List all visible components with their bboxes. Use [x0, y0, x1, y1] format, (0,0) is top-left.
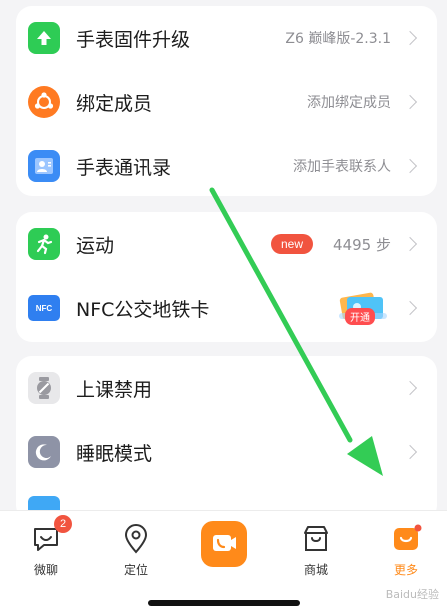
- sport-row[interactable]: 运动 new 4495 步: [16, 212, 437, 276]
- chat-unread-badge: 2: [54, 515, 72, 533]
- chevron-right-icon: [402, 300, 418, 316]
- moon-icon: [28, 436, 60, 468]
- device-settings-card: 手表固件升级 Z6 巅峰版-2.3.1 绑定成员 添加绑定成员 手表通讯录 添加…: [16, 6, 437, 196]
- bind-members-label: 绑定成员: [76, 92, 153, 115]
- tab-location-label: 定位: [123, 563, 148, 577]
- nfc-transit-card-row[interactable]: NFC NFC公交地铁卡 开通: [16, 276, 437, 340]
- nfc-promo-graphic[interactable]: 开通: [335, 289, 391, 327]
- new-badge: new: [270, 234, 313, 254]
- running-person-icon: [28, 228, 60, 260]
- nfc-card-icon: NFC: [28, 295, 60, 321]
- home-indicator[interactable]: [148, 600, 300, 606]
- upload-arrow-icon: [28, 22, 60, 54]
- tab-location[interactable]: 定位: [106, 523, 166, 578]
- tab-chat-label: 微聊: [33, 563, 58, 577]
- watch-contacts-label: 手表通讯录: [76, 156, 172, 179]
- chevron-right-icon: [402, 94, 418, 110]
- firmware-upgrade-row[interactable]: 手表固件升级 Z6 巅峰版-2.3.1: [16, 6, 437, 70]
- tab-more-label: 更多: [393, 563, 418, 577]
- chevron-right-icon: [402, 380, 418, 396]
- sleep-mode-label: 睡眠模式: [76, 442, 153, 465]
- class-mode-watch-icon: [28, 372, 60, 404]
- class-mode-row[interactable]: 上课禁用: [16, 356, 437, 420]
- activate-tag: 开通: [345, 308, 375, 325]
- tab-store[interactable]: 商城: [286, 523, 346, 578]
- tab-store-label: 商城: [303, 563, 328, 577]
- modes-card: 上课禁用 睡眠模式: [16, 356, 437, 521]
- chevron-right-icon: [402, 30, 418, 46]
- watch-contacts-value: 添加手表联系人: [293, 159, 391, 175]
- firmware-version: Z6 巅峰版-2.3.1: [285, 31, 391, 47]
- tab-chat[interactable]: 2 微聊: [16, 515, 76, 578]
- chevron-right-icon: [402, 444, 418, 460]
- sport-label: 运动: [76, 234, 115, 257]
- sport-nfc-card: 运动 new 4495 步 NFC NFC公交地铁卡 开通: [16, 212, 437, 342]
- location-pin-icon: [120, 523, 152, 555]
- nfc-card-text: NFC: [35, 303, 53, 313]
- firmware-upgrade-label: 手表固件升级: [76, 28, 191, 51]
- watermark: Baidu经验: [385, 588, 439, 601]
- chevron-right-icon: [402, 236, 418, 252]
- tab-video-call[interactable]: [194, 521, 254, 567]
- members-icon: [28, 86, 60, 118]
- sleep-mode-row[interactable]: 睡眠模式: [16, 420, 437, 484]
- video-call-icon: [201, 521, 247, 567]
- chevron-right-icon: [402, 158, 418, 174]
- bind-members-row[interactable]: 绑定成员 添加绑定成员: [16, 70, 437, 134]
- step-count: 4495 步: [333, 235, 391, 254]
- watch-contacts-row[interactable]: 手表通讯录 添加手表联系人: [16, 134, 437, 196]
- bottom-navigation: 2 微聊 定位 商城 更多 Baidu经验: [0, 510, 447, 606]
- more-icon: [390, 523, 422, 555]
- store-icon: [300, 523, 332, 555]
- bind-members-value: 添加绑定成员: [307, 95, 391, 111]
- tab-more[interactable]: 更多: [376, 523, 436, 578]
- contact-card-icon: [28, 150, 60, 182]
- chat-icon: 2: [30, 515, 72, 555]
- nfc-transit-label: NFC公交地铁卡: [76, 298, 210, 321]
- class-mode-label: 上课禁用: [76, 378, 153, 401]
